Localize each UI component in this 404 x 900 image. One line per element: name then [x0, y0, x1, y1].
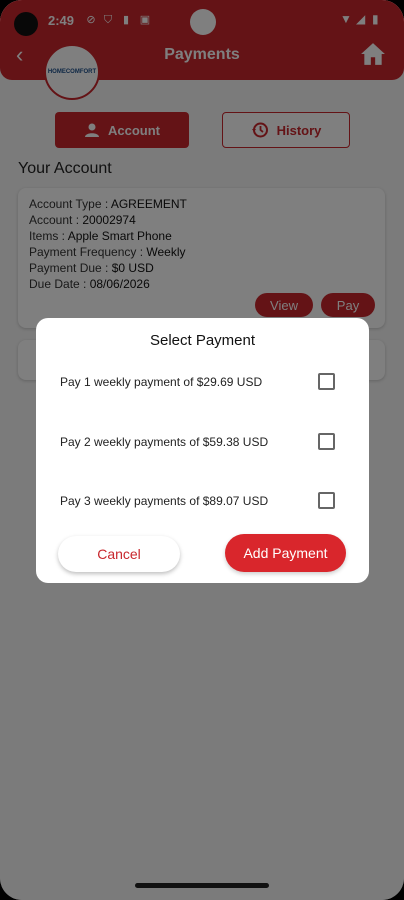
- payment-option-1-checkbox[interactable]: [318, 373, 335, 390]
- screen: 2:49 ⊘ ⛉ ▮ ▣ ▼ ◢ ▮ ‹ Payments HOMECOMFOR…: [0, 0, 404, 900]
- payment-option-label: Pay 2 weekly payments of $59.38 USD: [60, 435, 269, 449]
- add-payment-button[interactable]: Add Payment: [225, 534, 346, 572]
- payment-option-2-checkbox[interactable]: [318, 433, 335, 450]
- payment-option-label: Pay 1 weekly payment of $29.69 USD: [60, 375, 263, 389]
- payment-option-3-checkbox[interactable]: [318, 492, 335, 509]
- gesture-nav-handle[interactable]: [135, 883, 269, 888]
- cancel-button[interactable]: Cancel: [58, 536, 180, 572]
- select-payment-dialog: Select Payment Pay 1 weekly payment of $…: [36, 318, 369, 583]
- dialog-title: Select Payment: [149, 332, 256, 349]
- payment-option-label: Pay 3 weekly payments of $89.07 USD: [60, 494, 269, 508]
